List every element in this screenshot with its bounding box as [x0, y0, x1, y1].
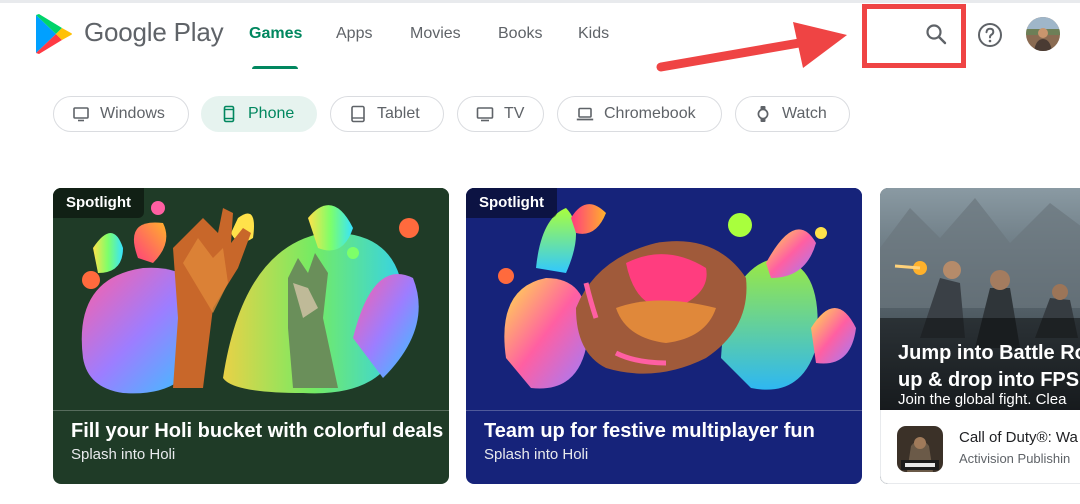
card-divider	[466, 410, 862, 411]
header: Google Play Games Apps Movies Books Kids	[0, 0, 1080, 70]
chip-windows[interactable]: Windows	[53, 96, 189, 132]
brand-name[interactable]: Google Play	[84, 17, 224, 48]
app-name: Call of Duty®: Wa	[959, 429, 1078, 446]
chip-label: TV	[504, 105, 525, 122]
spotlight-badge: Spotlight	[466, 188, 557, 218]
card-subtitle: Splash into Holi	[484, 446, 589, 463]
card-title: Team up for festive multiplayer fun	[484, 420, 815, 442]
search-highlight-box	[862, 4, 966, 68]
laptop-icon	[576, 107, 594, 121]
card-divider	[53, 410, 449, 411]
google-play-logo-icon[interactable]	[34, 13, 74, 55]
spotlight-card-holi-deals[interactable]: Spotlight Fill your Holi bucket with col…	[53, 188, 449, 484]
monitor-icon	[73, 107, 89, 122]
tablet-icon	[351, 105, 365, 123]
chip-label: Tablet	[377, 105, 420, 122]
active-tab-indicator	[252, 66, 298, 69]
watch-icon	[757, 106, 769, 122]
app-row[interactable]: Call of Duty®: Wa Activision Publishin	[880, 410, 1080, 484]
chip-tablet[interactable]: Tablet	[330, 96, 444, 132]
card-subtitle: Join the global fight. Clea	[898, 391, 1067, 408]
search-icon[interactable]	[924, 22, 948, 46]
holi-powder-illustration	[466, 188, 862, 410]
card-title: Fill your Holi bucket with colorful deal…	[71, 420, 444, 442]
card-title: Jump into Battle Roy up & drop into FPS …	[898, 340, 1080, 394]
chip-label: Phone	[248, 105, 295, 122]
card-call-of-duty[interactable]: Jump into Battle Roy up & drop into FPS …	[880, 188, 1080, 484]
help-icon[interactable]	[977, 22, 1003, 48]
spotlight-card-multiplayer[interactable]: Spotlight Team up for festive multiplaye…	[466, 188, 862, 484]
tab-games[interactable]: Games	[249, 25, 302, 43]
holi-hands-illustration	[53, 188, 449, 410]
tab-apps[interactable]: Apps	[336, 25, 372, 43]
tab-movies[interactable]: Movies	[410, 25, 461, 43]
spotlight-badge: Spotlight	[53, 188, 144, 218]
chip-chromebook[interactable]: Chromebook	[557, 96, 722, 132]
phone-icon	[223, 105, 235, 123]
annotation-arrow	[656, 22, 847, 72]
chip-phone[interactable]: Phone	[201, 96, 317, 132]
tab-kids[interactable]: Kids	[578, 25, 609, 43]
avatar[interactable]	[1026, 17, 1060, 51]
tab-books[interactable]: Books	[498, 25, 542, 43]
chip-label: Chromebook	[604, 105, 696, 122]
card-title-line-2: up & drop into FPS m	[898, 369, 1080, 391]
developer-name: Activision Publishin	[959, 451, 1071, 466]
call-of-duty-app-icon	[897, 426, 943, 472]
tv-icon	[476, 107, 494, 122]
chip-label: Watch	[782, 105, 827, 122]
chip-label: Windows	[100, 105, 165, 122]
card-subtitle: Splash into Holi	[71, 446, 176, 463]
chip-watch[interactable]: Watch	[735, 96, 850, 132]
chip-tv[interactable]: TV	[457, 96, 544, 132]
card-title-line-1: Jump into Battle Roy	[898, 342, 1080, 364]
